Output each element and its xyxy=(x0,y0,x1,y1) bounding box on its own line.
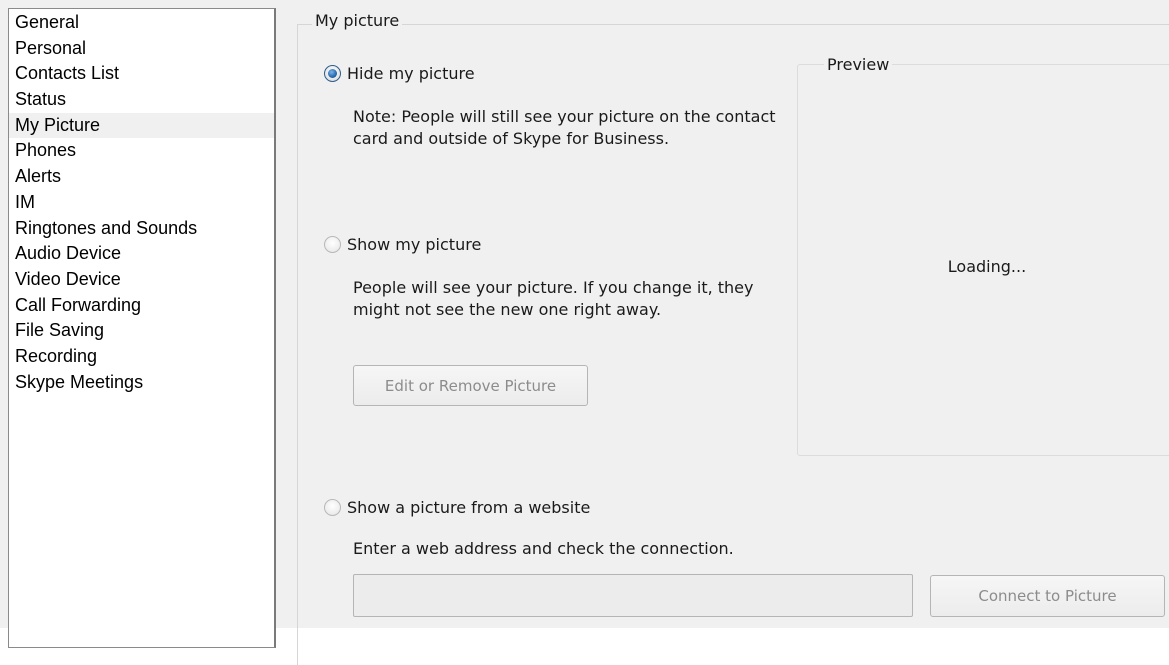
sidebar-item-status[interactable]: Status xyxy=(9,87,274,113)
sidebar-item-phones[interactable]: Phones xyxy=(9,138,274,164)
hide-picture-note: Note: People will still see your picture… xyxy=(353,106,776,150)
sidebar-item-audio-device[interactable]: Audio Device xyxy=(9,241,274,267)
sidebar-item-contacts-list[interactable]: Contacts List xyxy=(9,61,274,87)
sidebar-item-general[interactable]: General xyxy=(9,10,274,36)
preview-loading-text: Loading... xyxy=(947,257,1027,276)
hide-picture-label: Hide my picture xyxy=(347,64,475,83)
hide-picture-radio[interactable] xyxy=(324,65,341,82)
website-picture-label: Show a picture from a website xyxy=(347,498,591,517)
my-picture-panel: My picture Hide my picture Note: People … xyxy=(282,0,1169,665)
show-picture-note-line2: might not see the new one right away. xyxy=(353,300,662,319)
sidebar-item-ringtones-and-sounds[interactable]: Ringtones and Sounds xyxy=(9,216,274,242)
sidebar-item-file-saving[interactable]: File Saving xyxy=(9,318,274,344)
sidebar-item-personal[interactable]: Personal xyxy=(9,36,274,62)
category-list-items: General Personal Contacts List Status My… xyxy=(9,9,274,395)
sidebar-item-my-picture[interactable]: My Picture xyxy=(9,112,274,139)
hide-picture-note-line2: card and outside of Skype for Business. xyxy=(353,129,670,148)
options-category-list: General Personal Contacts List Status My… xyxy=(8,8,276,648)
show-picture-option[interactable]: Show my picture xyxy=(324,235,481,254)
connect-to-picture-button[interactable]: Connect to Picture xyxy=(930,575,1165,617)
hide-picture-note-line1: Note: People will still see your picture… xyxy=(353,107,776,126)
preview-box: Preview Loading... xyxy=(797,55,1169,456)
website-picture-option[interactable]: Show a picture from a website xyxy=(324,498,590,517)
show-picture-note-line1: People will see your picture. If you cha… xyxy=(353,278,754,297)
sidebar-item-alerts[interactable]: Alerts xyxy=(9,164,274,190)
show-picture-radio[interactable] xyxy=(324,236,341,253)
section-title: My picture xyxy=(312,11,403,30)
hide-picture-option[interactable]: Hide my picture xyxy=(324,64,475,83)
options-window: General Personal Contacts List Status My… xyxy=(0,0,1169,665)
preview-title: Preview xyxy=(824,55,893,74)
sidebar-item-call-forwarding[interactable]: Call Forwarding xyxy=(9,293,274,319)
sidebar-item-video-device[interactable]: Video Device xyxy=(9,267,274,293)
website-picture-radio[interactable] xyxy=(324,499,341,516)
show-picture-note: People will see your picture. If you cha… xyxy=(353,277,753,321)
edit-or-remove-picture-button[interactable]: Edit or Remove Picture xyxy=(353,365,588,406)
sidebar-item-recording[interactable]: Recording xyxy=(9,344,274,370)
sidebar-item-skype-meetings[interactable]: Skype Meetings xyxy=(9,370,274,396)
website-picture-note: Enter a web address and check the connec… xyxy=(353,539,734,558)
show-picture-label: Show my picture xyxy=(347,235,482,254)
website-url-input[interactable] xyxy=(353,574,913,617)
sidebar-item-im[interactable]: IM xyxy=(9,190,274,216)
